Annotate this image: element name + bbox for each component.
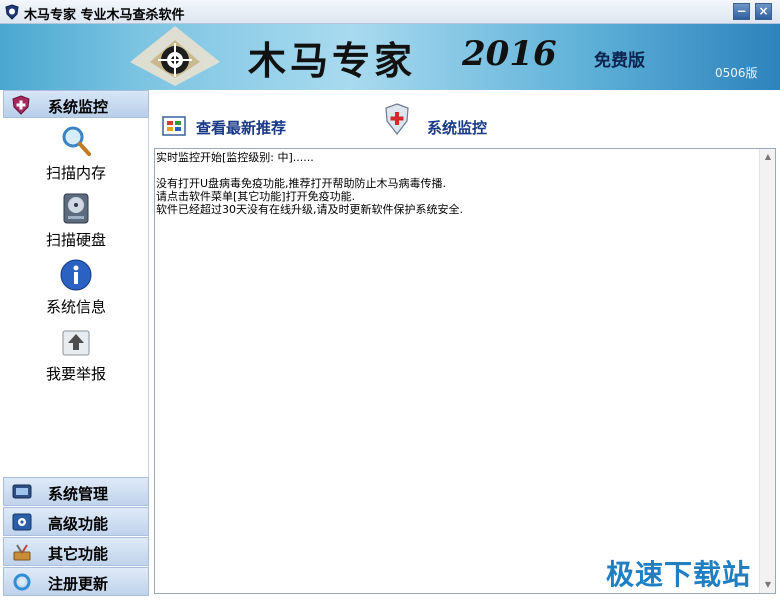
sidebar-button-advanced[interactable]: 高级功能 bbox=[3, 507, 149, 536]
toolbar: 查看最新推荐 系统监控 bbox=[150, 90, 780, 148]
view-recommend-label: 查看最新推荐 bbox=[196, 119, 287, 137]
sidebar-button-register-update[interactable]: 注册更新 bbox=[3, 567, 149, 596]
version-label: 0506版 bbox=[715, 66, 758, 80]
sidebar-button-label: 注册更新 bbox=[48, 575, 109, 593]
sidebar-header-system-monitor[interactable]: 系统监控 bbox=[3, 90, 149, 118]
system-manage-icon bbox=[12, 484, 32, 499]
sidebar-item-label: 我要举报 bbox=[45, 365, 106, 383]
hard-disk-icon bbox=[63, 193, 89, 224]
banner: 木马专家 2016 免费版 0506版 bbox=[0, 24, 780, 90]
log-line: 软件已经超过30天没有在线升级,请及时更新软件保护系统安全. bbox=[156, 203, 463, 216]
scroll-up-icon[interactable]: ▲ bbox=[760, 149, 776, 165]
log-line: 请点击软件菜单[其它功能]打开免疫功能. bbox=[156, 190, 356, 203]
app-shield-icon bbox=[5, 4, 19, 20]
gear-icon bbox=[12, 513, 32, 531]
banner-year: 2016 bbox=[462, 34, 557, 74]
shield-plus-icon bbox=[12, 95, 30, 115]
grid-recommend-icon bbox=[162, 116, 186, 136]
sidebar-button-other[interactable]: 其它功能 bbox=[3, 537, 149, 566]
sidebar-item-label: 扫描硬盘 bbox=[45, 231, 106, 249]
log-line: 实时监控开始[监控级别: 中]...... bbox=[156, 151, 314, 164]
log-lines: 实时监控开始[监控级别: 中]...... 没有打开U盘病毒免疫功能,推荐打开帮… bbox=[156, 151, 756, 216]
system-monitor-label: 系统监控 bbox=[427, 119, 488, 137]
title-bar: 木马专家 专业木马查杀软件 − × bbox=[0, 0, 780, 24]
sidebar-header-label: 系统监控 bbox=[48, 98, 109, 116]
sidebar-item-report[interactable]: 我要举报 bbox=[3, 325, 149, 391]
sidebar-item-label: 扫描内存 bbox=[45, 164, 106, 182]
sidebar-item-system-info[interactable]: 系统信息 bbox=[3, 258, 149, 324]
watermark: 极速下载站 bbox=[606, 558, 752, 591]
log-line: 没有打开U盘病毒免疫功能,推荐打开帮助防止木马病毒传播. bbox=[156, 177, 447, 190]
refresh-icon bbox=[13, 573, 31, 591]
sidebar: 系统监控 扫描内存 扫描硬盘 系统信息 我要举报 系统管理 高级功能 其它功能 … bbox=[3, 90, 149, 596]
shield-cross-icon bbox=[385, 103, 409, 135]
info-icon bbox=[60, 259, 92, 291]
sidebar-item-scan-memory[interactable]: 扫描内存 bbox=[3, 124, 149, 190]
close-button[interactable]: × bbox=[755, 3, 772, 20]
system-monitor-link[interactable]: 系统监控 bbox=[384, 90, 514, 148]
sidebar-button-label: 系统管理 bbox=[48, 485, 109, 503]
tools-icon bbox=[13, 544, 31, 561]
window-title: 木马专家 专业木马查杀软件 bbox=[24, 8, 185, 23]
log-scrollbar[interactable]: ▲ ▼ bbox=[759, 149, 775, 593]
sidebar-item-scan-disk[interactable]: 扫描硬盘 bbox=[3, 191, 149, 257]
upload-report-icon bbox=[62, 330, 90, 356]
scroll-down-icon[interactable]: ▼ bbox=[760, 577, 776, 593]
edition-label: 免费版 bbox=[594, 51, 645, 71]
minimize-button[interactable]: − bbox=[733, 3, 750, 20]
sidebar-button-system-manage[interactable]: 系统管理 bbox=[3, 477, 149, 506]
banner-title: 木马专家 bbox=[248, 38, 417, 83]
sidebar-button-label: 高级功能 bbox=[48, 515, 109, 533]
sidebar-button-label: 其它功能 bbox=[48, 545, 109, 563]
sidebar-item-label: 系统信息 bbox=[45, 298, 106, 316]
view-recommend-link[interactable]: 查看最新推荐 bbox=[162, 90, 302, 148]
monitor-log[interactable]: 实时监控开始[监控级别: 中]...... 没有打开U盘病毒免疫功能,推荐打开帮… bbox=[154, 148, 776, 594]
magnifier-icon bbox=[62, 126, 91, 156]
